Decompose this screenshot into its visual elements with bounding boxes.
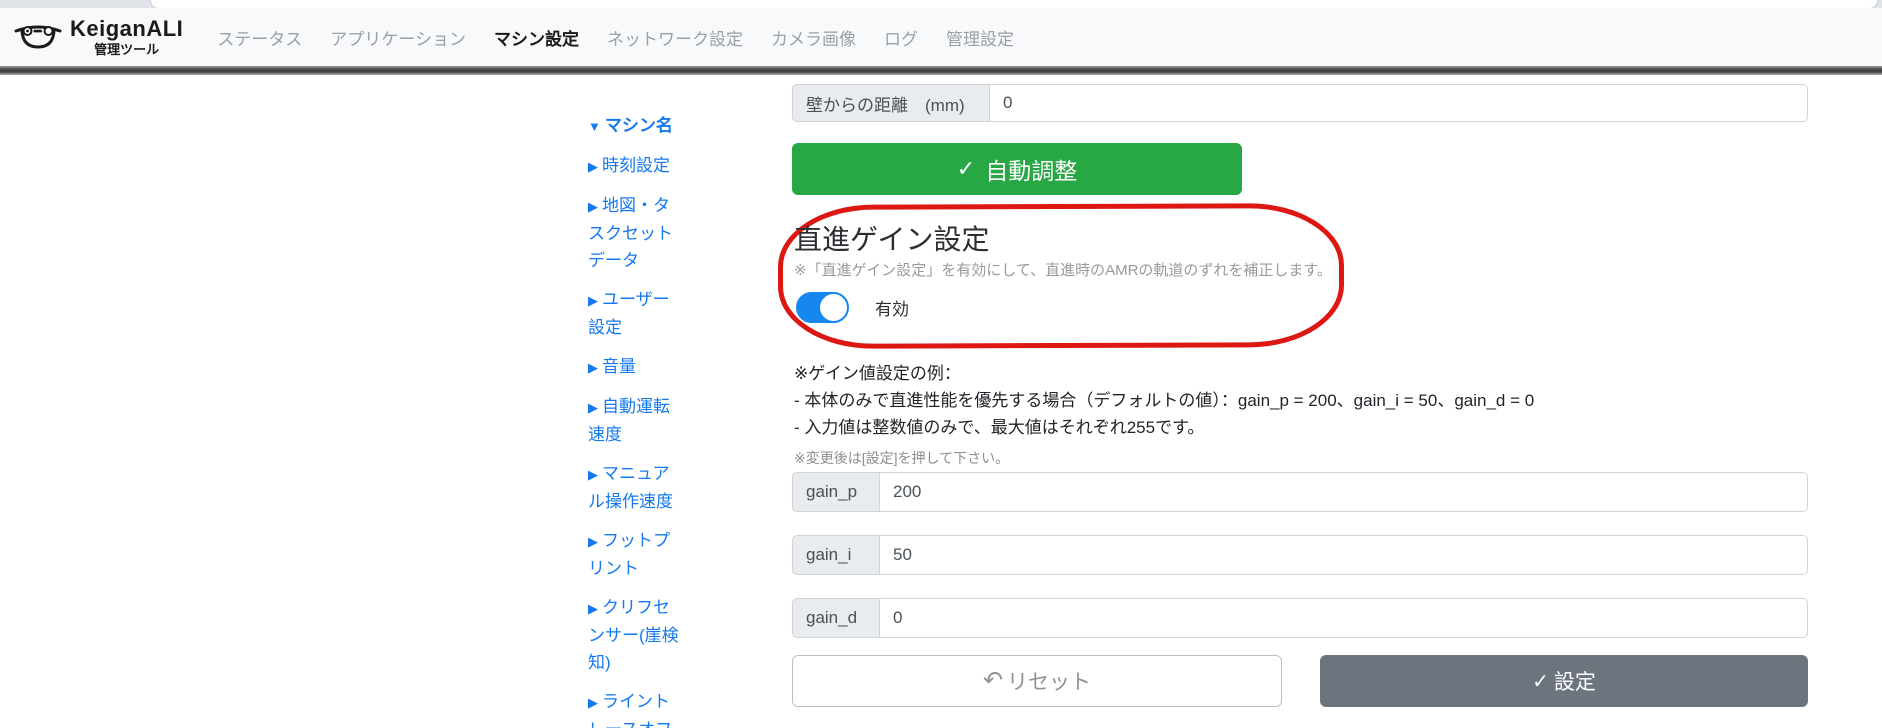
undo-icon: ↶ [982, 667, 1004, 694]
gain-d-input[interactable] [879, 598, 1808, 638]
navbar-shadow-divider [0, 66, 1882, 75]
auto-adjust-button[interactable]: ✓ 自動調整 [792, 143, 1242, 195]
sidebar-item-machine-name[interactable]: ▼ マシン名 [588, 112, 684, 140]
check-icon: ✓ [956, 156, 976, 181]
address-bar-stub[interactable] [150, 0, 1878, 8]
gain-enable-toggle-row: 有効 [796, 292, 909, 323]
triangle-right-icon: ▶ [588, 695, 598, 710]
main-nav: ステータス アプリケーション マシン設定 ネットワーク設定 カメラ画像 ログ 管… [217, 25, 1014, 50]
logo-subtitle: 管理ツール [94, 42, 160, 57]
sidebar-item-volume[interactable]: ▶ 音量 [588, 353, 684, 381]
sidebar-item-auto-drive-speed[interactable]: ▶ 自動運転速度 [588, 393, 684, 448]
gain-enable-toggle[interactable] [796, 292, 849, 323]
sidebar-item-map-taskset-data[interactable]: ▶ 地図・タスクセットデータ [588, 192, 684, 274]
robot-face-icon [14, 25, 62, 49]
sidebar-item-cliff-sensor[interactable]: ▶ クリフセンサー(崖検知) [588, 594, 684, 676]
nav-admin-settings[interactable]: 管理設定 [946, 25, 1014, 50]
sidebar-item-manual-speed[interactable]: ▶ マニュアル操作速度 [588, 460, 684, 515]
sidebar-item-user-settings[interactable]: ▶ ユーザー設定 [588, 286, 684, 341]
triangle-right-icon: ▶ [588, 293, 598, 308]
app: KeiganALI 管理ツール ステータス アプリケーション マシン設定 ネット… [0, 0, 1882, 728]
gain-example-line1: - 本体のみで直進性能を優先する場合（デフォルトの値）：gain_p = 200… [794, 391, 1535, 410]
gain-example-line2: - 入力値は整数値のみで、最大値はそれぞれ255です。 [794, 418, 1205, 437]
reset-button[interactable]: ↶ リセット [792, 655, 1282, 707]
gain-example-notes: ※ゲイン値設定の例： - 本体のみで直進性能を優先する場合（デフォルトの値）：g… [794, 360, 1534, 441]
nav-application[interactable]: アプリケーション [330, 25, 466, 50]
gain-d-field: gain_d [792, 598, 1808, 638]
nav-network-settings[interactable]: ネットワーク設定 [607, 25, 743, 50]
triangle-right-icon: ▶ [588, 400, 598, 415]
logo-title: KeiganALI [70, 16, 184, 41]
app-logo[interactable]: KeiganALI 管理ツール [14, 18, 183, 56]
gain-example-title: ※ゲイン値設定の例： [794, 364, 961, 383]
nav-status[interactable]: ステータス [217, 25, 302, 50]
gain-p-field: gain_p [792, 472, 1808, 512]
sidebar-item-footprint[interactable]: ▶ フットプリント [588, 527, 684, 582]
triangle-right-icon: ▶ [588, 360, 598, 375]
top-navbar: KeiganALI 管理ツール ステータス アプリケーション マシン設定 ネット… [0, 8, 1882, 66]
submit-settings-button[interactable]: ✓ 設定 [1320, 655, 1808, 707]
sidebar-item-linetrace-offset[interactable]: ▶ライントレースオフセット設定 [588, 688, 684, 728]
gain-enable-toggle-label: 有効 [875, 300, 909, 319]
settings-sidebar: ▼ マシン名 ▶ 時刻設定 ▶ 地図・タスクセットデータ ▶ ユーザー設定 ▶ 音量 ▶ 自… [588, 112, 684, 728]
triangle-down-icon: ▼ [588, 119, 601, 134]
nav-camera-image[interactable]: カメラ画像 [771, 25, 856, 50]
browser-chrome-strip [0, 0, 1882, 8]
wall-distance-field: 壁からの距離 (mm) [792, 84, 1808, 122]
gain-i-field: gain_i [792, 535, 1808, 575]
gain-section-title: 直進ゲイン設定 [794, 224, 990, 255]
nav-machine-settings[interactable]: マシン設定 [494, 25, 579, 50]
triangle-right-icon: ▶ [588, 601, 598, 616]
gain-p-label: gain_p [792, 472, 879, 512]
gain-section-description: ※「直進ゲイン設定」を有効にして、直進時のAMRの軌道のずれを補正します。 [794, 262, 1332, 279]
nav-log[interactable]: ログ [884, 25, 918, 50]
wall-distance-label: 壁からの距離 (mm) [792, 84, 989, 122]
triangle-right-icon: ▶ [588, 159, 598, 174]
gain-d-label: gain_d [792, 598, 879, 638]
gain-p-input[interactable] [879, 472, 1808, 512]
toggle-knob [818, 292, 849, 323]
triangle-right-icon: ▶ [588, 534, 598, 549]
gain-change-hint: ※変更後は[設定]を押して下さい。 [794, 450, 1010, 466]
wall-distance-input[interactable] [989, 84, 1808, 122]
gain-i-input[interactable] [879, 535, 1808, 575]
check-icon: ✓ [1532, 670, 1549, 693]
triangle-right-icon: ▶ [588, 199, 598, 214]
sidebar-item-time-settings[interactable]: ▶ 時刻設定 [588, 152, 684, 180]
triangle-right-icon: ▶ [588, 467, 598, 482]
gain-i-label: gain_i [792, 535, 879, 575]
